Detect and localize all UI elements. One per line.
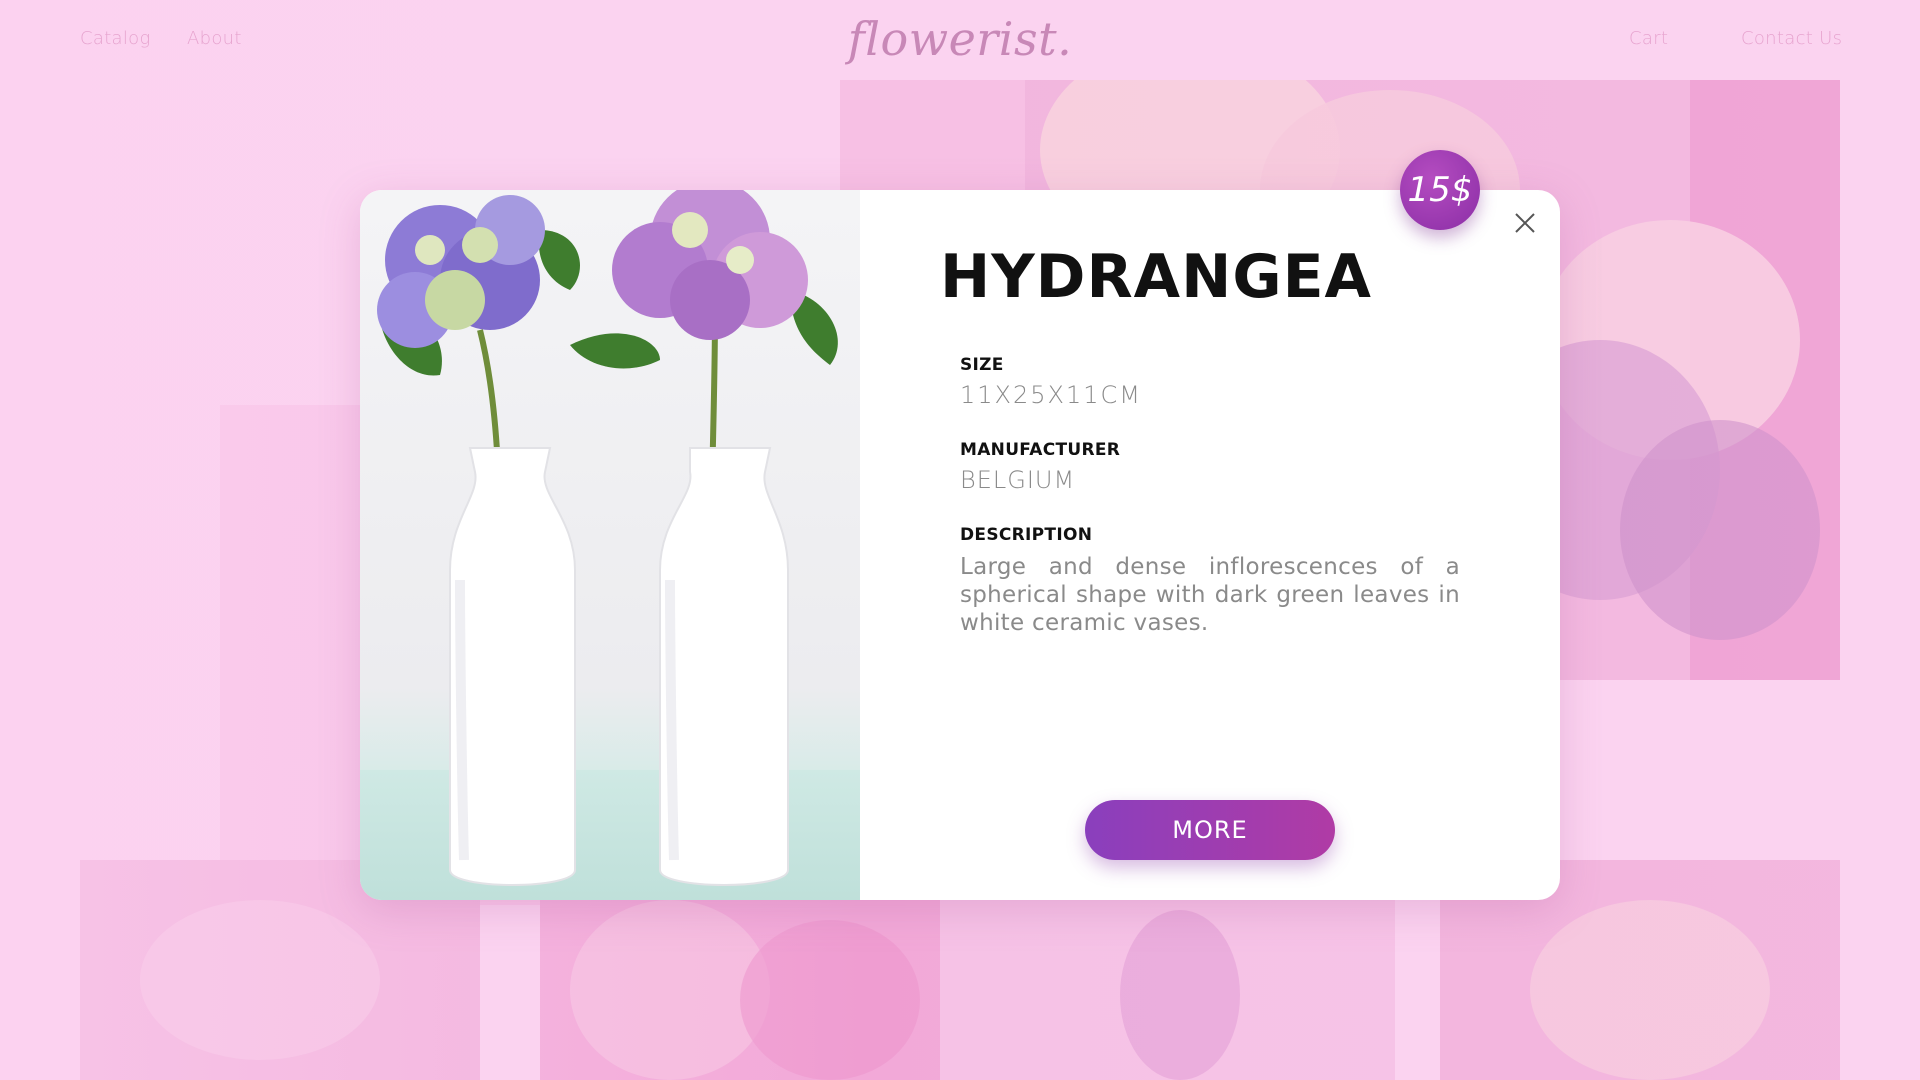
close-icon [1515,213,1535,233]
product-modal: HYDRANGEA SIZE 11X25X11CM MANUFACTURER B… [360,150,1560,900]
product-title: HYDRANGEA [940,242,1372,312]
manufacturer-value: BELGIUM [960,466,1076,494]
description-label: DESCRIPTION [960,525,1093,545]
close-button[interactable] [1510,208,1540,238]
more-button[interactable]: MORE [1085,800,1335,860]
nav-contact-link[interactable]: Contact Us [1741,28,1842,49]
size-value: 11X25X11CM [960,381,1142,409]
description-value: Large and dense inflorescences of a sphe… [960,554,1460,636]
manufacturer-label: MANUFACTURER [960,440,1121,460]
price-badge: 15$ [1400,150,1480,230]
size-field: SIZE 11X25X11CM [960,355,1460,409]
description-field: DESCRIPTION Large and dense inflorescenc… [960,525,1460,637]
manufacturer-field: MANUFACTURER BELGIUM [960,440,1460,494]
hydrangea-vases-illustration [377,190,838,886]
product-photo [360,190,860,900]
nav-cart-link[interactable]: Cart [1629,28,1668,49]
size-label: SIZE [960,355,1004,375]
product-details: HYDRANGEA SIZE 11X25X11CM MANUFACTURER B… [940,190,1500,900]
